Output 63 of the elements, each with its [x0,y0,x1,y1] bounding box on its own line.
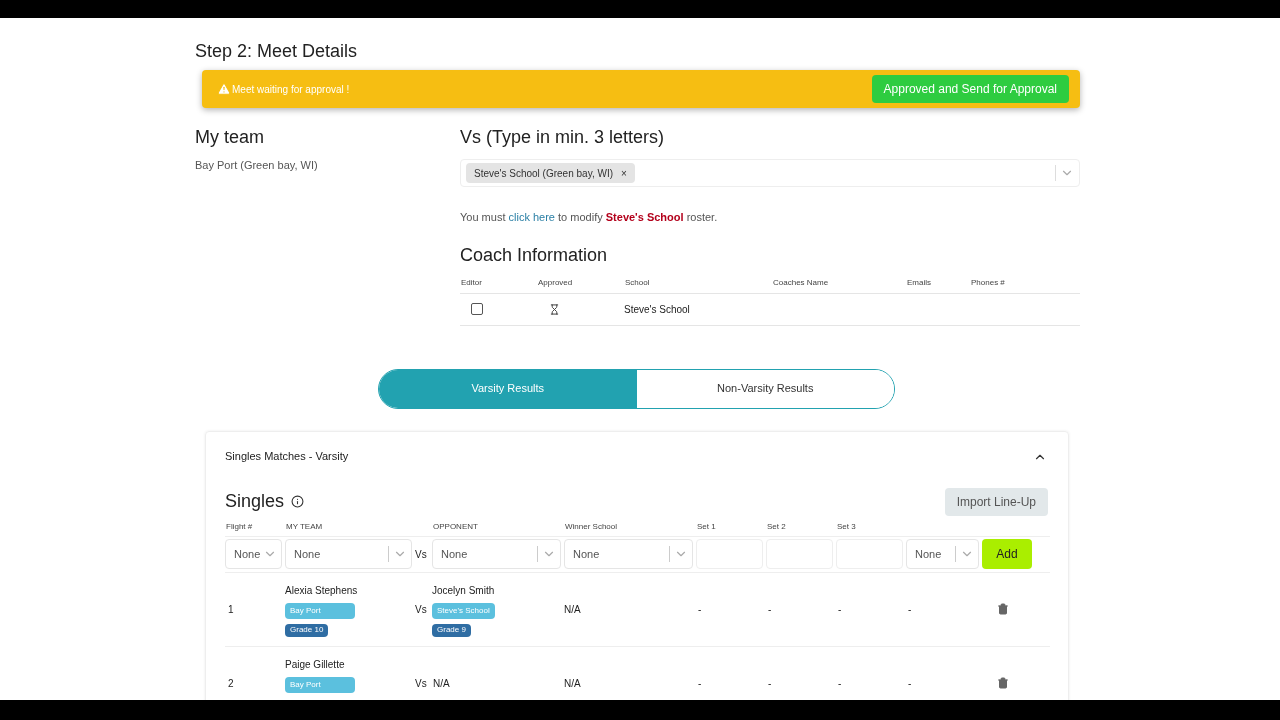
info-icon[interactable] [291,495,305,508]
set-score: - [837,676,843,691]
team-tag: Bay Port [285,602,355,619]
set-score: - [697,602,703,617]
delete-icon[interactable] [997,677,1009,689]
column-header: Flight # [226,520,254,533]
set-score: - [767,602,773,617]
column-header: Winner School [565,520,619,533]
flight-number: 2 [227,676,235,691]
player-name: Jocelyn Smith [432,583,495,598]
section-heading: Vs (Type in min. 3 letters) [460,126,666,149]
column-header: Editor [461,276,483,289]
set-score: - [907,602,913,617]
column-header: Set 1 [697,520,717,533]
column-header: OPPONENT [433,520,479,533]
table-cell-text: Steve's School [624,302,691,317]
opponent-value: N/A [432,676,451,691]
banner-message: Meet waiting for approval ! [232,82,351,97]
grade-tag: Grade 10 [285,623,329,637]
step-title: Step 2: Meet Details [195,41,359,61]
vs-label: Vs [415,676,428,691]
warning-icon [217,82,231,96]
import-button[interactable]: Import Line-Up [944,487,1048,516]
column-header: Set 2 [767,520,787,533]
delete-icon[interactable] [997,603,1009,615]
winner-value: N/A [564,676,582,691]
select-field[interactable]: None [285,539,412,569]
set-score: - [697,676,703,691]
select-field[interactable]: None [225,539,282,569]
add-button[interactable]: Add [982,539,1032,569]
select-field[interactable]: None [906,539,979,569]
team-name: Bay Port (Green bay, WI) [195,158,319,173]
singles-heading: Singles [225,490,285,513]
column-header: Coaches Name [773,276,830,289]
accordion-title: Singles Matches - Varsity [225,449,350,465]
editor-checkbox[interactable] [471,303,483,315]
click-here-link[interactable]: click here [508,211,555,223]
team-tag: Bay Port [285,676,355,693]
grade-tag: Grade 9 [432,623,471,637]
set-score: - [837,602,843,617]
vs-label: Vs [415,602,428,617]
school-chip: Steve's School (Green bay, WI) × [466,163,635,183]
column-header: Phones # [971,276,1006,289]
column-header: Approved [538,276,574,289]
column-header: School [625,276,651,289]
player-name: Alexia Stephens [285,583,358,598]
select-field[interactable]: None [432,539,561,569]
opponent-select[interactable]: Steve's School (Green bay, WI) × [460,159,1080,187]
select-field[interactable]: None [564,539,693,569]
column-header: MY TEAM [286,520,324,533]
section-heading: My team [195,126,265,149]
set-score: - [767,676,773,691]
column-header: Emails [907,276,932,289]
winner-value: N/A [564,602,582,617]
player-name: Paige Gillette [285,657,345,672]
remove-chip-button[interactable]: × [621,165,627,181]
roster-note: You must click here to modify Steve's School roster. [460,210,719,225]
flight-number: 1 [227,602,235,617]
vs-label: Vs [415,547,428,562]
section-heading: Coach Information [460,243,609,267]
team-tag: Steve's School [432,602,495,619]
set-score: - [907,676,913,691]
column-header: Set 3 [837,520,857,533]
